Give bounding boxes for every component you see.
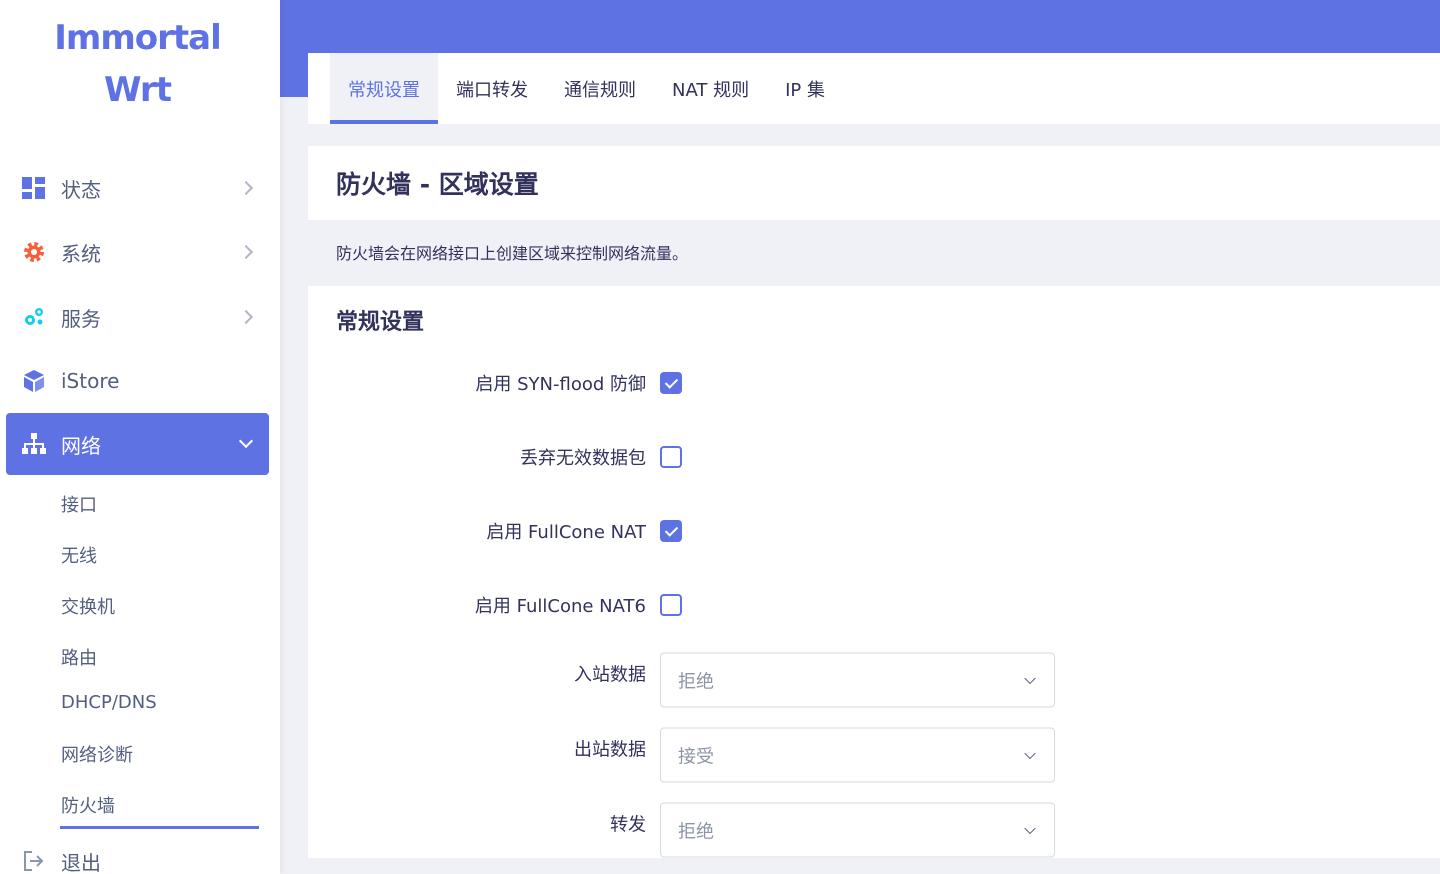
sidebar-item-label: iStore xyxy=(61,369,120,393)
forward-policy-label: 转发 xyxy=(610,814,646,836)
section-title: 常规设置 xyxy=(336,310,425,335)
sidebar-subitem-wireless[interactable]: 无线 xyxy=(61,542,97,568)
fullcone-nat6-checkbox[interactable] xyxy=(660,594,682,616)
sidebar-subitem-interfaces[interactable]: 接口 xyxy=(61,491,97,517)
sidebar-item-label: 退出 xyxy=(61,850,101,874)
sidebar-item-label: 系统 xyxy=(61,241,101,266)
chevron-right-icon xyxy=(238,309,254,325)
output-policy-row: 出站数据 接受 xyxy=(308,727,1055,783)
sidebar-item-status[interactable]: 状态 xyxy=(6,157,269,219)
sidebar-item-logout[interactable]: 退出 xyxy=(6,830,269,874)
sidebar-subitem-firewall[interactable]: 防火墙 xyxy=(61,792,115,818)
sidebar-item-istore[interactable]: iStore xyxy=(6,350,269,412)
tab-nat-rules[interactable]: NAT 规则 xyxy=(654,53,767,124)
chevron-down-icon xyxy=(1024,747,1036,760)
logout-icon xyxy=(22,849,46,873)
chevron-right-icon xyxy=(238,244,254,260)
fullcone-nat-checkbox[interactable] xyxy=(660,520,682,542)
fullcone-nat6-row: 启用 FullCone NAT6 xyxy=(308,585,968,625)
brand-line1: Immortal xyxy=(54,18,221,58)
tab-traffic-rules[interactable]: 通信规则 xyxy=(546,53,654,124)
chevron-down-icon xyxy=(238,433,254,449)
drop-invalid-checkbox[interactable] xyxy=(660,446,682,468)
forward-policy-select[interactable]: 拒绝 xyxy=(660,802,1055,858)
syn-flood-row: 启用 SYN-flood 防御 xyxy=(308,363,968,403)
gear-icon xyxy=(22,240,46,264)
sidebar-item-label: 状态 xyxy=(61,177,101,202)
gears-icon xyxy=(22,305,46,329)
page-title: 防火墙 - 区域设置 xyxy=(308,146,1440,220)
sidebar-subitem-diagnostics[interactable]: 网络诊断 xyxy=(61,741,133,767)
syn-flood-checkbox[interactable] xyxy=(660,372,682,394)
general-settings-card: 常规设置 启用 SYN-flood 防御 丢弃无效数据包 启用 FullCone… xyxy=(308,286,1440,858)
brand-line2: Wrt xyxy=(104,70,172,110)
sidebar-item-label: 服务 xyxy=(61,306,101,331)
output-policy-label: 出站数据 xyxy=(574,739,646,761)
tab-bar: 常规设置 端口转发 通信规则 NAT 规则 IP 集 xyxy=(308,53,1440,124)
network-icon xyxy=(22,432,46,456)
chevron-down-icon xyxy=(1024,672,1036,685)
forward-policy-value: 拒绝 xyxy=(678,821,714,842)
dashboard-icon xyxy=(22,176,46,200)
chevron-down-icon xyxy=(1024,822,1036,835)
fullcone-nat-label: 启用 FullCone NAT xyxy=(486,522,646,543)
sidebar-item-network[interactable]: 网络 xyxy=(6,413,269,475)
sidebar-subitem-routes[interactable]: 路由 xyxy=(61,644,97,670)
header-bar xyxy=(280,0,1440,53)
sidebar-subitem-dhcp-dns[interactable]: DHCP/DNS xyxy=(61,692,157,713)
fullcone-nat-row: 启用 FullCone NAT xyxy=(308,511,968,551)
active-subitem-underline xyxy=(60,826,259,829)
output-policy-select[interactable]: 接受 xyxy=(660,727,1055,783)
sidebar-subitem-switch[interactable]: 交换机 xyxy=(61,593,115,619)
chevron-right-icon xyxy=(238,180,254,196)
syn-flood-label: 启用 SYN-flood 防御 xyxy=(475,374,646,395)
sidebar-item-label: 网络 xyxy=(61,433,101,458)
sidebar-item-services[interactable]: 服务 xyxy=(6,286,269,348)
input-policy-label: 入站数据 xyxy=(574,664,646,686)
sidebar-item-system[interactable]: 系统 xyxy=(6,221,269,283)
brand-logo[interactable]: Immortal Wrt xyxy=(0,12,275,116)
drop-invalid-label: 丢弃无效数据包 xyxy=(520,448,646,469)
drop-invalid-row: 丢弃无效数据包 xyxy=(308,437,968,477)
tab-ip-sets[interactable]: IP 集 xyxy=(767,53,843,124)
cube-icon xyxy=(22,369,46,393)
input-policy-row: 入站数据 拒绝 xyxy=(308,652,1055,708)
tab-port-forwards[interactable]: 端口转发 xyxy=(438,53,546,124)
input-policy-select[interactable]: 拒绝 xyxy=(660,652,1055,708)
header-bar-edge xyxy=(280,53,308,97)
sidebar: Immortal Wrt 状态 系统 服务 iStore 网络 接口 无线 交换… xyxy=(0,0,280,874)
tab-general-settings[interactable]: 常规设置 xyxy=(330,53,438,124)
input-policy-value: 拒绝 xyxy=(678,671,714,692)
forward-policy-row: 转发 拒绝 xyxy=(308,802,1055,858)
page-description: 防火墙会在网络接口上创建区域来控制网络流量。 xyxy=(336,244,689,263)
fullcone-nat6-label: 启用 FullCone NAT6 xyxy=(474,596,646,617)
output-policy-value: 接受 xyxy=(678,746,714,767)
